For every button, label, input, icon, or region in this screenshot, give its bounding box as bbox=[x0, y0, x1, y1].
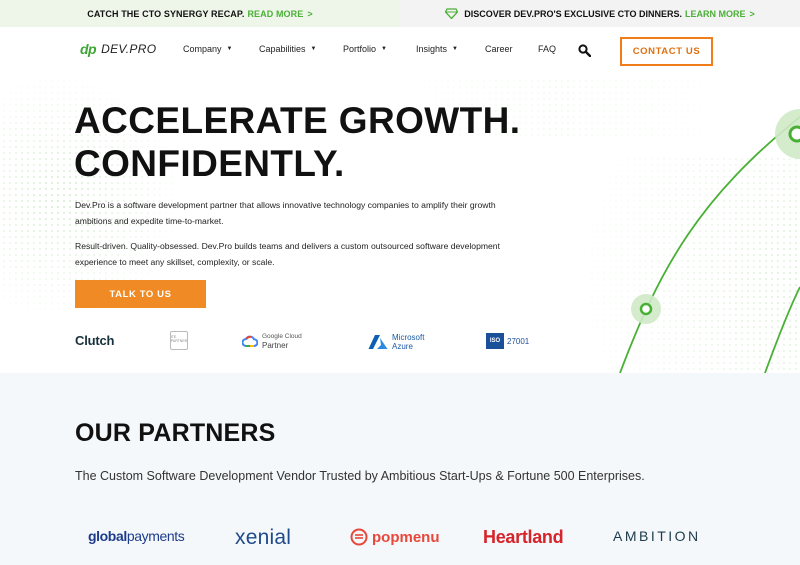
nav-label: Portfolio bbox=[343, 44, 377, 54]
popmenu-icon bbox=[350, 528, 368, 546]
popmenu-text: popmenu bbox=[372, 528, 440, 546]
clutch-logo: Clutch bbox=[75, 333, 115, 348]
announcement-right[interactable]: DISCOVER DEV.PRO'S EXCLUSIVE CTO DINNERS… bbox=[400, 0, 800, 27]
google-cloud-icon bbox=[242, 335, 258, 347]
iso-box: ISO bbox=[486, 333, 504, 349]
azure-icon bbox=[368, 335, 388, 349]
gcloud-line1: Google Cloud bbox=[262, 333, 302, 340]
nav-label: Capabilities bbox=[259, 44, 306, 54]
nav-portfolio[interactable]: Portfolio ▼ bbox=[343, 44, 387, 54]
popmenu-logo: popmenu bbox=[350, 528, 440, 546]
partners-heading: OUR PARTNERS bbox=[75, 419, 276, 447]
caret-down-icon: ▼ bbox=[452, 46, 458, 52]
iso-number: 27001 bbox=[507, 336, 530, 346]
global-payments-logo: global payments bbox=[88, 528, 185, 544]
caret-down-icon: ▼ bbox=[310, 46, 317, 52]
azure-line1: Microsoft bbox=[392, 333, 425, 342]
diamond-icon bbox=[445, 8, 459, 19]
ite-partner-badge: ITE PARTNER bbox=[170, 331, 188, 350]
google-cloud-partner-badge: Google Cloud Partner bbox=[242, 332, 302, 350]
hero-title: ACCELERATE GROWTH. CONFIDENTLY. bbox=[74, 99, 534, 185]
nav-label: Company bbox=[183, 44, 222, 54]
nav-capabilities[interactable]: Capabilities ▼ bbox=[259, 44, 316, 54]
announcement-right-text: DISCOVER DEV.PRO'S EXCLUSIVE CTO DINNERS… bbox=[464, 8, 682, 19]
nav-company[interactable]: Company ▼ bbox=[183, 44, 232, 54]
iso-27001-badge: ISO 27001 bbox=[486, 333, 529, 349]
partners-subheading: The Custom Software Development Vendor T… bbox=[75, 469, 645, 483]
heartland-logo: Heartland bbox=[483, 527, 564, 547]
hero-description: Dev.Pro is a software development partne… bbox=[75, 200, 496, 226]
hero-title-line1: ACCELERATE GROWTH. bbox=[74, 100, 521, 141]
announcement-bar: CATCH THE CTO SYNERGY RECAP. READ MORE >… bbox=[0, 0, 800, 27]
announcement-left-text: CATCH THE CTO SYNERGY RECAP. bbox=[87, 8, 245, 19]
caret-down-icon: ▼ bbox=[381, 46, 387, 52]
xenial-logo: xenial bbox=[235, 526, 292, 549]
logo-word: DEV.PRO bbox=[101, 42, 157, 56]
nav-insights[interactable]: Insights ▼ bbox=[416, 44, 458, 54]
site-header: dp DEV.PRO Company ▼ Capabilities ▼ Portfo… bbox=[0, 27, 800, 77]
microsoft-azure-badge: Microsoft Azure bbox=[368, 333, 424, 351]
hero-title-line2: CONFIDENTLY. bbox=[74, 143, 345, 184]
nav-label: Insights bbox=[416, 44, 448, 54]
hero-section: ACCELERATE GROWTH. CONFIDENTLY. Dev.Pro … bbox=[0, 77, 800, 373]
gcloud-line2: Partner bbox=[262, 341, 289, 350]
azure-line2: Azure bbox=[392, 342, 413, 351]
search-icon[interactable] bbox=[578, 44, 591, 57]
contact-us-button[interactable]: CONTACT US bbox=[620, 37, 713, 66]
growth-curves bbox=[619, 109, 800, 373]
chevron-right-icon: > bbox=[307, 8, 313, 19]
chevron-right-icon: > bbox=[749, 8, 755, 19]
ambition-logo: AMBITION bbox=[613, 528, 701, 544]
logo-mark: dp bbox=[80, 41, 97, 57]
nav-label: Career bbox=[485, 44, 513, 54]
devpro-logo[interactable]: dp DEV.PRO bbox=[80, 41, 156, 57]
hero-tagline: Result-driven. Quality-obsessed. Dev.Pro… bbox=[75, 241, 500, 267]
announcement-left[interactable]: CATCH THE CTO SYNERGY RECAP. READ MORE > bbox=[0, 0, 400, 27]
read-more-link[interactable]: READ MORE bbox=[247, 9, 303, 19]
nav-faq[interactable]: FAQ bbox=[538, 44, 556, 54]
talk-to-us-button[interactable]: TALK TO US bbox=[75, 280, 206, 308]
gp-part2: payments bbox=[126, 528, 185, 544]
caret-down-icon: ▼ bbox=[226, 46, 233, 52]
gp-part1: global bbox=[88, 528, 127, 544]
learn-more-link[interactable]: LEARN MORE bbox=[685, 9, 746, 19]
nav-career[interactable]: Career bbox=[485, 44, 513, 54]
partners-section: OUR PARTNERS The Custom Software Develop… bbox=[0, 373, 800, 565]
nav-label: FAQ bbox=[538, 44, 557, 54]
